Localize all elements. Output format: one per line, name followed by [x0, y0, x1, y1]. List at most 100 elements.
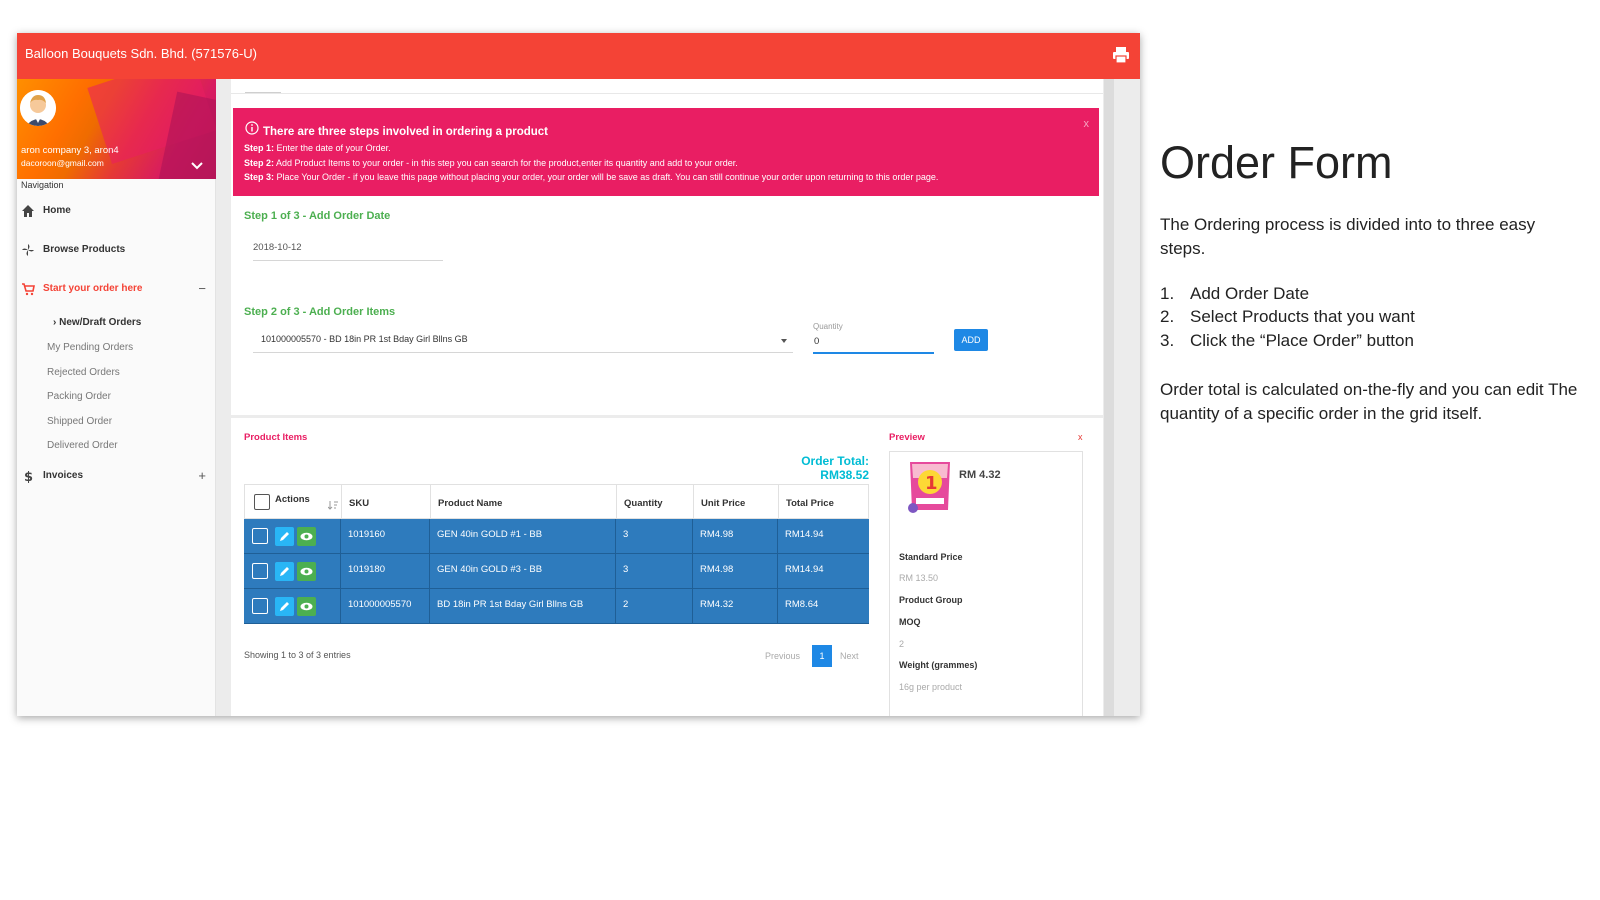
company-title: Balloon Bouquets Sdn. Bhd. (571576-U) — [25, 46, 257, 61]
collapse-icon[interactable]: − — [198, 281, 206, 296]
sidebar-subitem-shipped-order[interactable]: Shipped Order — [47, 416, 112, 427]
product-select-value: 101000005570 - BD 18in PR 1st Bday Girl … — [261, 334, 468, 344]
app-header: Balloon Bouquets Sdn. Bhd. (571576-U) — [17, 33, 1140, 79]
step2-title: Step 2 of 3 - Add Order Items — [244, 306, 396, 318]
cell-product-name: BD 18in PR 1st Bday Girl Bllns GB — [430, 589, 616, 624]
row-checkbox[interactable] — [252, 563, 268, 579]
table-header: Actions SKU Product Name Quantity Unit P… — [244, 484, 870, 520]
cell-product-name: GEN 40in GOLD #1 - BB — [430, 519, 616, 554]
product-group-label: Product Group — [899, 595, 963, 605]
sidebar-subitem-packing-order[interactable]: Packing Order — [47, 391, 111, 402]
table-row[interactable]: 101000005570 BD 18in PR 1st Bday Girl Bl… — [244, 589, 869, 624]
sidebar-item-browse-products[interactable]: Browse Products — [17, 237, 216, 263]
sidebar: aron company 3, aron4 dacoroon@gmail.com… — [17, 79, 216, 716]
step1-title: Step 1 of 3 - Add Order Date — [244, 210, 391, 222]
main-area: There are three steps involved in orderi… — [216, 79, 1140, 716]
product-items-title: Product Items — [244, 432, 308, 443]
edit-button[interactable] — [275, 597, 294, 616]
column-header-quantity[interactable]: Quantity — [617, 485, 694, 520]
view-button[interactable] — [297, 527, 316, 546]
cell-quantity[interactable]: 2 — [616, 589, 693, 624]
sidebar-item-invoices[interactable]: $ Invoices + — [17, 463, 216, 489]
info-icon — [245, 121, 259, 135]
product-image[interactable]: 1 — [904, 458, 956, 518]
print-icon[interactable] — [1112, 46, 1130, 64]
sidebar-subitem-delivered-order[interactable]: Delivered Order — [47, 440, 118, 451]
edit-button[interactable] — [275, 527, 294, 546]
sidebar-subitem-pending-orders[interactable]: My Pending Orders — [47, 342, 133, 353]
sidebar-item-label: Home — [43, 205, 71, 216]
user-name: aron company 3, aron4 — [21, 145, 119, 156]
alert-step-3: Step 3: Place Your Order - if you leave … — [244, 172, 939, 182]
dropdown-caret-icon — [781, 339, 787, 343]
svg-text:$: $ — [24, 470, 33, 483]
preview-close-icon[interactable]: x — [1078, 432, 1083, 442]
pagination-previous[interactable]: Previous — [765, 651, 800, 661]
standard-price-label: Standard Price — [899, 552, 963, 562]
quantity-label: Quantity — [813, 322, 843, 331]
slide-step-text: Click the “Place Order” button — [1190, 331, 1414, 350]
product-select[interactable]: 101000005570 - BD 18in PR 1st Bday Girl … — [253, 329, 793, 353]
column-header-sku[interactable]: SKU — [342, 485, 431, 520]
quantity-input[interactable]: 0 — [813, 332, 934, 354]
select-all-checkbox[interactable] — [254, 494, 270, 510]
eye-icon — [300, 532, 313, 541]
scrollbar[interactable] — [1104, 79, 1114, 716]
order-form-panel: There are three steps involved in orderi… — [231, 79, 1103, 716]
alert-step-1: Step 1: Enter the date of your Order. — [244, 143, 391, 153]
pencil-icon — [280, 602, 289, 611]
weight-label: Weight (grammes) — [899, 660, 978, 670]
add-button[interactable]: ADD — [954, 329, 988, 351]
standard-price-value: RM 13.50 — [899, 573, 939, 583]
order-total: Order Total: RM38.52 — [801, 454, 869, 482]
cell-unit-price: RM4.32 — [693, 589, 778, 624]
row-actions — [244, 554, 341, 589]
column-header-total-price[interactable]: Total Price — [779, 485, 870, 520]
slide-step-number: 3. — [1160, 331, 1175, 350]
sidebar-subitem-rejected-orders[interactable]: Rejected Orders — [47, 367, 120, 378]
moq-label: MOQ — [899, 617, 921, 627]
table-row[interactable]: 1019180 GEN 40in GOLD #3 - BB 3 RM4.98 R… — [244, 554, 869, 589]
cell-total-price: RM14.94 — [785, 529, 824, 540]
avatar[interactable] — [20, 90, 56, 126]
order-date-field[interactable]: 2018-10-12 — [253, 239, 443, 261]
cell-unit-price: RM4.98 — [693, 519, 778, 554]
pagination-next[interactable]: Next — [840, 651, 859, 661]
sidebar-item-label: Start your order here — [43, 283, 143, 294]
sidebar-subitem-new-draft-orders[interactable]: › New/Draft Orders — [53, 317, 141, 328]
column-header-product-name[interactable]: Product Name — [431, 485, 617, 520]
view-button[interactable] — [297, 597, 316, 616]
sidebar-item-start-order[interactable]: Start your order here − — [17, 276, 216, 302]
cell-sku: 101000005570 — [341, 589, 430, 624]
slide-intro: The Ordering process is divided into to … — [1160, 215, 1536, 258]
alert-step-2: Step 2: Add Product Items to your order … — [244, 158, 738, 168]
edit-button[interactable] — [275, 562, 294, 581]
row-checkbox[interactable] — [252, 528, 268, 544]
table-row[interactable]: 1019160 GEN 40in GOLD #1 - BB 3 RM4.98 R… — [244, 519, 869, 554]
slide-step-number: 2. — [1160, 307, 1175, 326]
eye-icon — [300, 567, 313, 576]
row-checkbox[interactable] — [252, 598, 268, 614]
slide-note: Order total is calculated on-the-fly and… — [1160, 380, 1578, 423]
chevron-down-icon[interactable] — [191, 161, 203, 171]
slide-title: Order Form — [1160, 137, 1393, 188]
cell-quantity[interactable]: 3 — [616, 519, 693, 554]
fan-icon — [22, 244, 34, 256]
close-icon[interactable]: x — [1084, 118, 1090, 130]
eye-icon — [300, 602, 313, 611]
pencil-icon — [280, 567, 289, 576]
home-icon — [22, 205, 34, 217]
expand-icon[interactable]: + — [198, 468, 206, 483]
sort-icon[interactable] — [328, 500, 338, 510]
cell-quantity[interactable]: 3 — [616, 554, 693, 589]
view-button[interactable] — [297, 562, 316, 581]
cell-product-name: GEN 40in GOLD #3 - BB — [430, 554, 616, 589]
pagination-page-1[interactable]: 1 — [812, 645, 832, 667]
app-window: Balloon Bouquets Sdn. Bhd. (571576-U) ar… — [17, 33, 1140, 716]
column-header-unit-price[interactable]: Unit Price — [694, 485, 779, 520]
row-actions — [244, 519, 341, 554]
column-header-actions[interactable]: Actions — [245, 485, 342, 520]
weight-value: 16g per product — [899, 682, 963, 692]
sidebar-item-home[interactable]: Home — [17, 198, 216, 224]
dollar-icon: $ — [24, 470, 33, 483]
